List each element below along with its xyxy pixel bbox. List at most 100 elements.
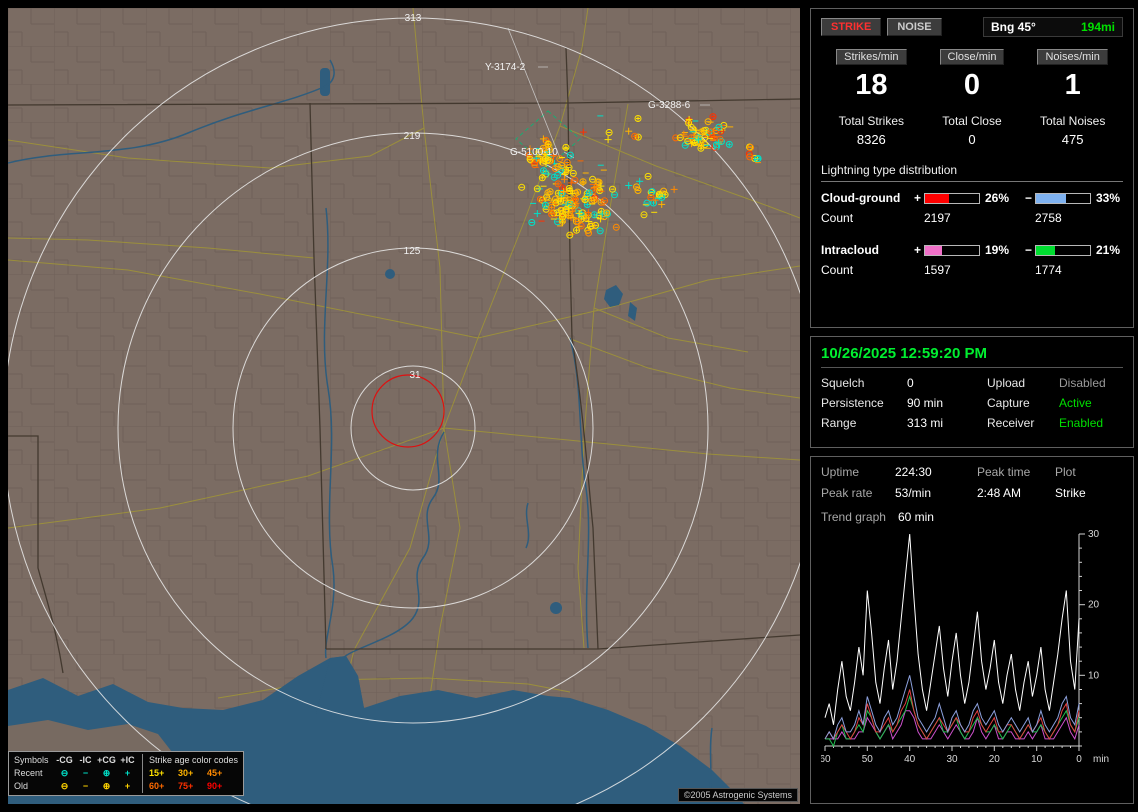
uptime-value: 224:30	[895, 465, 932, 479]
legend-symbol-glyph: ⊖	[60, 768, 69, 778]
legend-age-code: 15+	[149, 768, 165, 778]
legend-age-code: 75+	[178, 781, 194, 791]
noises-per-min-value: 1	[1064, 69, 1081, 101]
total-noises-value: 475	[1061, 132, 1084, 147]
legend-age-code: 30+	[178, 768, 194, 778]
total-close-label: Total Close	[942, 114, 1002, 128]
svg-text:30: 30	[1088, 529, 1100, 540]
strikes-per-min-chip[interactable]: Strikes/min	[836, 49, 907, 65]
ic-plus-count: 1597	[924, 263, 951, 277]
noise-button[interactable]: NOISE	[887, 18, 942, 36]
legend-symbol-glyph: −	[82, 781, 89, 791]
range-ring-label: 125	[404, 246, 421, 257]
total-noises-label: Total Noises	[1039, 114, 1106, 128]
datetime-display: 10/26/2025 12:59:20 PM	[821, 345, 1123, 368]
svg-text:0: 0	[1076, 754, 1082, 765]
range-value: 313 mi	[907, 416, 944, 430]
cg-plus-bar	[924, 192, 980, 204]
stats-panel: STRIKE NOISE Bng 45° 194mi Strikes/min C…	[810, 8, 1134, 328]
plus-sign: +	[913, 243, 921, 257]
trend-graph-label: Trend graph	[821, 510, 886, 524]
capture-label: Capture	[987, 396, 1030, 410]
ic-plus-pct: 19%	[985, 243, 1010, 257]
close-per-min-value: 0	[963, 69, 981, 101]
legend-symbol-glyph: −	[82, 768, 89, 778]
ic-minus-count: 1774	[1035, 263, 1062, 277]
total-strikes-label: Total Strikes	[838, 114, 904, 128]
persistence-value: 90 min	[907, 396, 944, 410]
plot-value: Strike	[1055, 486, 1086, 500]
trend-window-value: 60 min	[897, 510, 934, 524]
range-ring-label: 31	[409, 370, 421, 381]
squelch-value: 0	[907, 376, 914, 390]
trend-graph: 10 20 30 60 50 40 30 20 10 0 min	[821, 529, 1109, 765]
legend-symbols-label: Symbols	[14, 755, 49, 765]
county-lines	[8, 8, 800, 804]
strikes-per-min-value: 18	[855, 69, 888, 101]
legend-row-label: Recent	[14, 768, 43, 778]
bearing-label: Bng 45°	[991, 20, 1036, 34]
bearing-distance: 194mi	[1080, 20, 1115, 34]
svg-text:min: min	[1093, 754, 1109, 765]
close-per-min-chip[interactable]: Close/min	[939, 49, 1005, 65]
svg-text:30: 30	[946, 754, 958, 765]
range-ring-label: 219	[404, 131, 421, 142]
legend-age-code: 45+	[207, 768, 223, 778]
peak-rate-value: 53/min	[895, 486, 932, 500]
plot-label: Plot	[1055, 465, 1076, 479]
legend-header: Symbols -CG -IC +CG +IC Strike age color code…	[14, 754, 238, 767]
strike-button[interactable]: STRIKE	[821, 18, 882, 36]
total-close-value: 0	[968, 132, 976, 147]
right-panel: STRIKE NOISE Bng 45° 194mi Strikes/min C…	[810, 8, 1134, 804]
persistence-label: Persistence	[821, 396, 884, 410]
app-window: 313 219 125 31 Y-3174-2 G-3288-6 G-5100-…	[0, 0, 1138, 812]
legend-column-header: -CG	[56, 755, 73, 765]
legend-symbol-glyph: ⊖	[60, 781, 69, 791]
cg-minus-count: 2758	[1035, 211, 1062, 225]
ic-plus-bar	[924, 244, 980, 256]
noises-per-min-chip[interactable]: Noises/min	[1037, 49, 1108, 65]
range-label: Range	[821, 416, 857, 430]
storm-cell-label: Y-3174-2	[485, 62, 526, 73]
legend-symbol-glyph: ⊕	[102, 781, 111, 791]
lightning-map[interactable]: 313 219 125 31 Y-3174-2 G-3288-6 G-5100-…	[8, 8, 800, 804]
svg-text:20: 20	[1088, 600, 1100, 611]
peak-time-value: 2:48 AM	[977, 486, 1022, 500]
upload-label: Upload	[987, 376, 1026, 390]
map-copyright: ©2005 Astrogenic Systems	[677, 788, 798, 802]
plus-sign: +	[913, 191, 921, 205]
cg-count-label: Count	[821, 211, 854, 225]
ic-minus-pct: 21%	[1096, 243, 1121, 257]
legend-age-code: 90+	[207, 781, 223, 791]
svg-text:10: 10	[1031, 754, 1043, 765]
legend-symbol-glyph: ⊕	[102, 768, 111, 778]
legend-row: Old ⊖ − ⊕ +60+ 75+ 90+	[14, 780, 238, 793]
bearing-display: Bng 45° 194mi	[983, 17, 1123, 37]
legend-row: Recent ⊖ − ⊕ +15+ 30+ 45+	[14, 767, 238, 780]
legend-age-code: 60+	[149, 781, 165, 791]
legend-age-codes: 15+ 30+ 45+	[142, 767, 236, 780]
peak-time-label: Peak time	[977, 465, 1031, 479]
cg-minus-pct: 33%	[1096, 191, 1121, 205]
ic-minus-bar	[1035, 244, 1091, 256]
cg-minus-bar	[1035, 192, 1091, 204]
legend-column-header: -IC	[79, 755, 92, 765]
legend-age-codes: 60+ 75+ 90+	[142, 780, 236, 793]
distribution-title: Lightning type distribution	[821, 163, 1123, 182]
storm-cell-label: G-5100-10	[510, 147, 558, 158]
legend-age-title: Strike age color codes	[142, 754, 238, 767]
svg-text:60: 60	[821, 754, 831, 765]
svg-text:10: 10	[1088, 670, 1100, 681]
cloud-ground-label: Cloud-ground	[821, 191, 901, 205]
svg-text:20: 20	[989, 754, 1001, 765]
session-panel: Uptime 224:30 Peak time Plot Peak rate 5…	[810, 456, 1134, 804]
cg-plus-pct: 26%	[985, 191, 1010, 205]
cg-plus-count: 2197	[924, 211, 951, 225]
legend-symbol-glyph: +	[124, 768, 131, 778]
receiver-label: Receiver	[987, 416, 1035, 430]
map-area: 313 219 125 31 Y-3174-2 G-3288-6 G-5100-…	[8, 8, 800, 804]
status-panel: 10/26/2025 12:59:20 PM Squelch 0 Upload …	[810, 336, 1134, 448]
capture-value: Active	[1059, 396, 1092, 410]
intracloud-label: Intracloud	[821, 243, 880, 257]
svg-text:40: 40	[904, 754, 916, 765]
